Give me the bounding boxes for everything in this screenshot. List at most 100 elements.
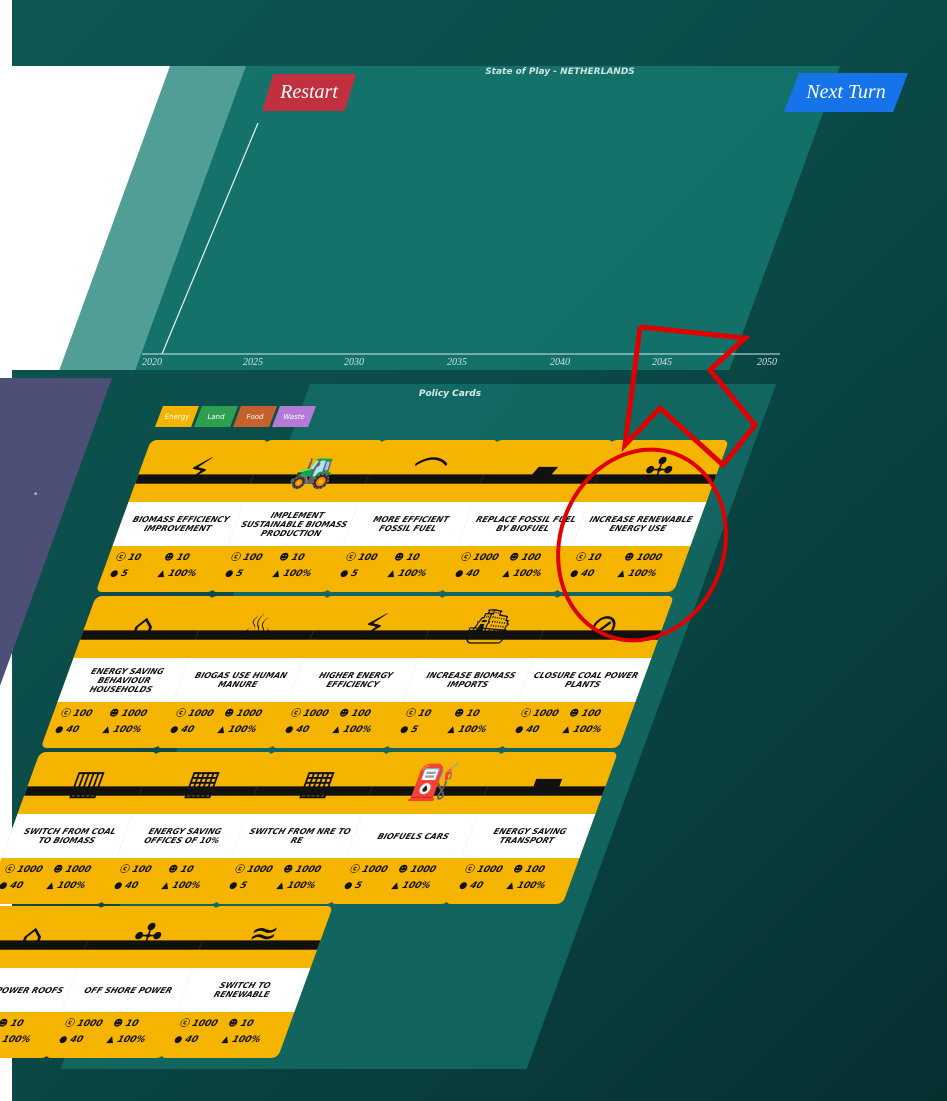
policy-card-stats: ⓒ 100 ☻ 1000 ● 40 ▲ 100%	[52, 706, 164, 738]
cost-value: 100	[241, 553, 264, 563]
cost-value: 100	[130, 865, 153, 875]
time-value: 40	[524, 725, 541, 735]
policy-card-label: BIOMASS EFFICIENCY IMPROVEMENT	[112, 502, 247, 546]
policy-card-label: ENERGY SAVING BEHAVIOUR HOUSEHOLDS	[57, 658, 192, 702]
cost-value: 1000	[475, 865, 505, 875]
effect-value: 100%	[230, 1035, 262, 1045]
support-value: 1000	[634, 553, 664, 563]
cost-value: 1000	[190, 1019, 220, 1029]
policy-card-label: BIOFUELS CARS	[346, 814, 481, 858]
time-value: 40	[179, 725, 196, 735]
policy-card-label: INCREASE RENEWABLE ENERGY USE	[572, 502, 707, 546]
x-tick: 2035	[447, 357, 467, 368]
cost-value: 1000	[15, 865, 45, 875]
policy-card-label: ENERGY SAVING OFFICES OF 10%	[116, 814, 251, 858]
time-value: 40	[294, 725, 311, 735]
policy-card-stats: ⓒ 100 ☻ 10 ● 5 ▲ 100%	[222, 550, 334, 582]
policy-card-label: REPLACE FOSSIL FUEL BY BIOFUEL	[457, 502, 592, 546]
policy-card-stats: ⓒ 1000 ☻ 1000 ● 40 ▲ 100%	[167, 706, 279, 738]
effect-value: 100%	[400, 881, 432, 891]
support-value: 1000	[293, 865, 323, 875]
time-value: 40	[64, 725, 81, 735]
x-tick: 2040	[550, 357, 570, 368]
support-value: 1000	[408, 865, 438, 875]
policy-card-stats: ⓒ 100 ☻ 10 ● 5 ▲ 100%	[337, 550, 449, 582]
support-value: 10	[464, 709, 481, 719]
effect-value: 100%	[226, 725, 258, 735]
cost-value: 100	[71, 709, 94, 719]
cost-value: 1000	[360, 865, 390, 875]
policy-card-stats: ⓒ 1000 ☻ 100 ● 40 ▲ 100%	[512, 706, 624, 738]
policy-card-stats: ⓒ 1000 ☻ 1000 ● 5 ▲ 100%	[341, 862, 453, 894]
policy-card-stats: ⓒ 1000☻ 10● 40▲ 100%	[0, 1016, 53, 1048]
effect-value: 100%	[571, 725, 603, 735]
support-value: 1000	[234, 709, 264, 719]
policy-card-stats: ⓒ 1000 ☻ 100 ● 40 ▲ 100%	[452, 550, 564, 582]
x-tick: 2030	[344, 357, 364, 368]
time-value: 40	[183, 1035, 200, 1045]
restart-button[interactable]: Restart	[262, 74, 356, 111]
support-value: 1000	[119, 709, 149, 719]
filter-land[interactable]: Land	[194, 406, 238, 427]
time-value: 40	[123, 881, 140, 891]
support-value: 10	[174, 553, 191, 563]
policy-card-label: IMPLEMENT SUSTAINABLE BIOMASS PRODUCTION	[227, 502, 362, 546]
no-coal-icon: ⊘	[533, 596, 674, 658]
policy-card-stats: ⓒ 1000 ☻ 100 ● 40 ▲ 100%	[456, 862, 568, 894]
effect-value: 100%	[456, 725, 488, 735]
policy-cards-title: Policy Cards	[418, 389, 482, 399]
wind-turbine-icon: ✣	[588, 440, 729, 502]
support-value: 10	[404, 553, 421, 563]
cost-value: 10	[126, 553, 143, 563]
cost-value: 1000	[245, 865, 275, 875]
effect-value: 100%	[170, 881, 202, 891]
effect-value: 100%	[341, 725, 373, 735]
x-tick: 2020	[142, 357, 162, 368]
policy-card-label: ENERGY SAVING TRANSPORT	[461, 814, 596, 858]
effect-value: 100%	[55, 881, 87, 891]
policy-card-stats: ⓒ 10 ☻ 1000 ● 40 ▲ 100%	[567, 550, 679, 582]
support-value: 10	[238, 1019, 255, 1029]
policy-card-label: OFF SHORE POWER	[61, 968, 196, 1012]
policy-card-stats: ⓒ 100 ☻ 10 ● 40 ▲ 100%	[111, 862, 223, 894]
storm-wind-icon: ≋	[192, 906, 333, 968]
x-tick: 2050	[757, 357, 777, 368]
effect-value: 100%	[396, 569, 428, 579]
filter-food[interactable]: Food	[233, 406, 277, 427]
policy-card-stats: ⓒ 10 ☻ 10 ● 5 ▲ 100%	[107, 550, 219, 582]
effect-value: 100%	[166, 569, 198, 579]
cost-value: 1000	[186, 709, 216, 719]
policy-card-stats: ⓒ 1000 ☻ 1000 ● 40 ▲ 100%	[0, 862, 108, 894]
cost-value: 1000	[75, 1019, 105, 1029]
cost-value: 1000	[471, 553, 501, 563]
effect-value: 100%	[511, 569, 543, 579]
next-turn-button[interactable]: Next Turn	[784, 73, 908, 112]
time-value: 40	[579, 569, 596, 579]
support-value: 100	[349, 709, 373, 719]
support-value: 1000	[63, 865, 93, 875]
support-value: 10	[178, 865, 195, 875]
time-value: 40	[464, 569, 481, 579]
cost-value: 10	[586, 553, 603, 563]
policy-card-label: SWITCH FROM COAL TO BIOMASS	[1, 814, 136, 858]
policy-card-label: INCREASE BIOMASS IMPORTS	[402, 658, 537, 702]
policy-card-label: SWITCH TO RENEWABLE	[176, 968, 311, 1012]
state-of-play-panel	[59, 66, 841, 370]
effect-value: 100%	[281, 569, 313, 579]
cost-value: 10	[416, 709, 433, 719]
policy-card-label: BIOGAS USE HUMAN MANURE	[172, 658, 307, 702]
x-tick: 2025	[243, 357, 263, 368]
policy-card-label: CLOSURE COAL POWER PLANTS	[517, 658, 652, 702]
cost-value: 1000	[531, 709, 561, 719]
cost-value: 1000	[301, 709, 331, 719]
effect-value: 100%	[111, 725, 143, 735]
policy-card-label: HIGHER ENERGY EFFICIENCY	[287, 658, 422, 702]
effect-value: 100%	[626, 569, 658, 579]
country-panel-marker: •	[33, 490, 39, 500]
filter-energy[interactable]: Energy	[155, 406, 199, 427]
policy-card-stats: ⓒ 10 ☻ 10 ● 5 ▲ 100%	[397, 706, 509, 738]
support-value: 100	[579, 709, 603, 719]
policy-card-stats: ⓒ 1000 ☻ 1000 ● 5 ▲ 100%	[226, 862, 338, 894]
policy-card-stats: ⓒ 1000☻ 10● 40▲ 100%	[171, 1016, 283, 1048]
policy-card-label: MORE EFFICIENT FOSSIL FUEL	[342, 502, 477, 546]
